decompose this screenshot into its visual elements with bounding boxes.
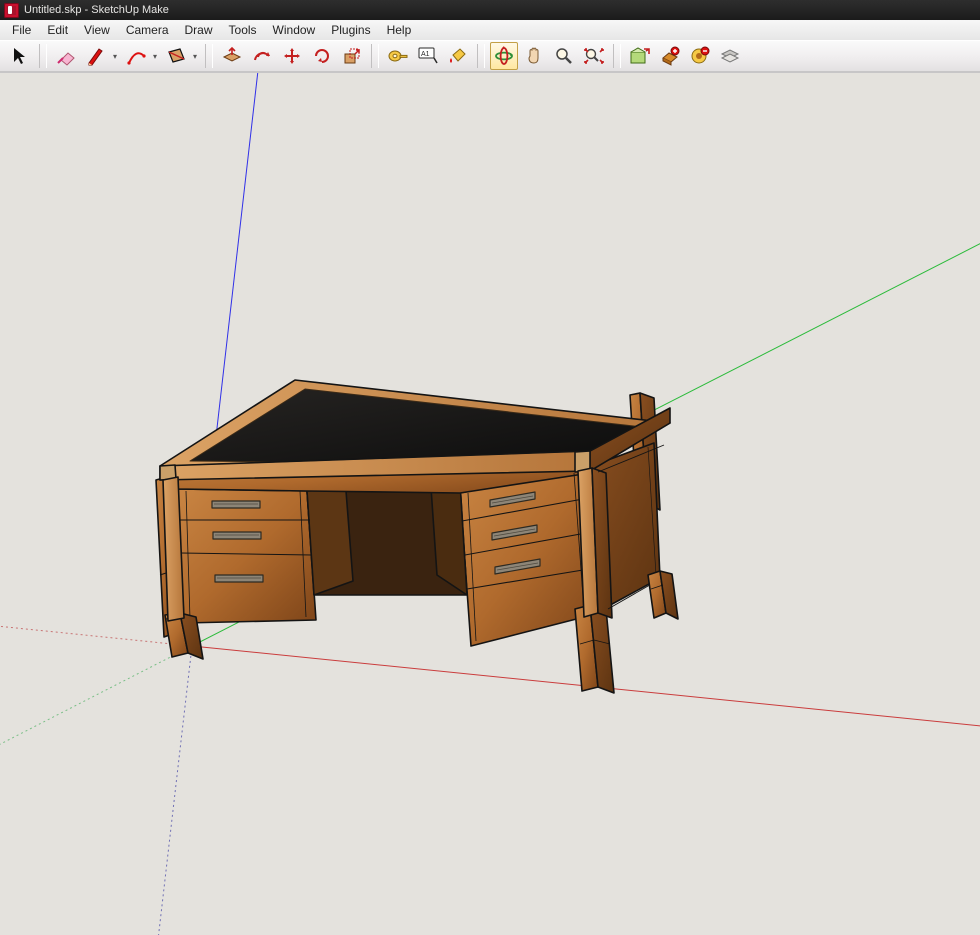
paint-tool-icon[interactable]: [444, 42, 472, 70]
tape-tool-icon[interactable]: [384, 42, 412, 70]
pan-tool-icon[interactable]: [520, 42, 548, 70]
menu-plugins[interactable]: Plugins: [323, 21, 378, 39]
extension-wh-icon[interactable]: [686, 42, 714, 70]
arc-tool-icon[interactable]: [122, 42, 150, 70]
viewport-3d[interactable]: [0, 72, 980, 935]
zoom-tool-icon[interactable]: [550, 42, 578, 70]
eraser-tool-icon[interactable]: [52, 42, 80, 70]
menu-draw[interactable]: Draw: [177, 21, 221, 39]
arc-dropdown-icon[interactable]: ▾: [150, 43, 160, 69]
rotate-tool-icon[interactable]: [308, 42, 336, 70]
pencil-dropdown-icon[interactable]: ▾: [110, 43, 120, 69]
layers-icon[interactable]: [716, 42, 744, 70]
share-model-icon[interactable]: [656, 42, 684, 70]
move-tool-icon[interactable]: [278, 42, 306, 70]
menu-file[interactable]: File: [4, 21, 39, 39]
window-title: Untitled.skp - SketchUp Make: [24, 4, 169, 16]
pencil-tool-icon[interactable]: [82, 42, 110, 70]
menu-edit[interactable]: Edit: [39, 21, 76, 39]
rectangle-tool-icon[interactable]: [162, 42, 190, 70]
menu-camera[interactable]: Camera: [118, 21, 177, 39]
menu-help[interactable]: Help: [379, 21, 420, 39]
menu-view[interactable]: View: [76, 21, 118, 39]
pushpull-tool-icon[interactable]: [218, 42, 246, 70]
svg-text:A1: A1: [421, 51, 430, 58]
toolbar-separator: [477, 44, 485, 68]
orbit-tool-icon[interactable]: [490, 42, 518, 70]
toolbar-separator: [371, 44, 379, 68]
menu-tools[interactable]: Tools: [221, 21, 265, 39]
toolbar-separator: [39, 44, 47, 68]
toolbar: ▾ ▾ ▾: [0, 40, 980, 72]
toolbar-separator: [613, 44, 621, 68]
menu-window[interactable]: Window: [265, 21, 324, 39]
select-tool-icon[interactable]: [6, 42, 34, 70]
toolbar-separator: [205, 44, 213, 68]
menubar: File Edit View Camera Draw Tools Window …: [0, 20, 980, 40]
rectangle-dropdown-icon[interactable]: ▾: [190, 43, 200, 69]
get-models-icon[interactable]: [626, 42, 654, 70]
titlebar: Untitled.skp - SketchUp Make: [0, 0, 980, 20]
text-tool-icon[interactable]: A1: [414, 42, 442, 70]
zoom-extents-tool-icon[interactable]: [580, 42, 608, 70]
offset-tool-icon[interactable]: [248, 42, 276, 70]
app-icon: [4, 3, 19, 18]
scale-tool-icon[interactable]: [338, 42, 366, 70]
